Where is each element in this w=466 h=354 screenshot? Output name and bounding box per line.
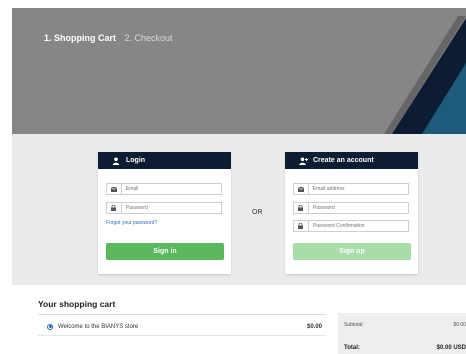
- subtotal-label: Subtotal:: [344, 322, 364, 328]
- hero-decoration: [384, 16, 466, 134]
- user-plus-icon: [299, 157, 308, 165]
- total-row: Total: $0.00 USD: [344, 345, 466, 351]
- step-shopping-cart: 1. Shopping Cart: [44, 33, 116, 43]
- login-card: Login Forgot your password? Sign in: [98, 152, 231, 274]
- total-label: Total:: [344, 345, 360, 351]
- login-email-field[interactable]: [106, 183, 222, 195]
- cart-divider: [38, 314, 326, 315]
- register-title: Create an account: [313, 157, 374, 164]
- lock-icon: [294, 221, 309, 231]
- register-email-field[interactable]: [293, 183, 409, 195]
- subtotal-row: Subtotal: $0.00: [344, 322, 466, 328]
- lock-icon: [294, 203, 309, 213]
- register-card-header: Create an account: [285, 152, 418, 169]
- subtotal-value: $0.00: [453, 322, 466, 328]
- cart-item-radio[interactable]: [47, 323, 53, 330]
- login-title: Login: [126, 157, 146, 164]
- login-password-field[interactable]: [106, 202, 222, 214]
- register-confirm-field[interactable]: [293, 220, 409, 232]
- forgot-password-link[interactable]: Forgot your password?: [106, 220, 157, 226]
- cart-item-price: $0.00: [306, 323, 322, 330]
- envelope-icon: [294, 184, 309, 194]
- sign-up-button[interactable]: Sign up: [293, 243, 411, 260]
- register-confirm-input[interactable]: [308, 221, 408, 231]
- user-icon: [112, 157, 120, 165]
- hero-banner: 1. Shopping Cart 2. Checkout: [12, 8, 466, 134]
- sign-in-button[interactable]: Sign in: [106, 243, 224, 260]
- total-value: $0.00 USD: [436, 345, 466, 351]
- or-separator: OR: [252, 209, 263, 216]
- register-card: Create an account Sign up: [285, 152, 418, 274]
- cart-item-row: Welcome to the BIANYS store $0.00: [38, 318, 326, 336]
- order-summary: Subtotal: $0.00 Total: $0.00 USD: [338, 313, 466, 354]
- register-password-input[interactable]: [308, 203, 408, 213]
- cart-item-label: Welcome to the BIANYS store: [58, 323, 139, 330]
- checkout-steps: 1. Shopping Cart 2. Checkout: [44, 33, 173, 43]
- register-password-field[interactable]: [293, 202, 409, 214]
- auth-section: Login Forgot your password? Sign in OR C…: [12, 134, 466, 285]
- login-password-input[interactable]: [121, 203, 221, 213]
- cart-title: Your shopping cart: [38, 299, 116, 309]
- step-checkout[interactable]: 2. Checkout: [125, 33, 173, 43]
- login-email-input[interactable]: [121, 184, 221, 194]
- login-card-header: Login: [98, 152, 231, 169]
- register-email-input[interactable]: [308, 184, 408, 194]
- lock-icon: [107, 203, 122, 213]
- envelope-icon: [107, 184, 122, 194]
